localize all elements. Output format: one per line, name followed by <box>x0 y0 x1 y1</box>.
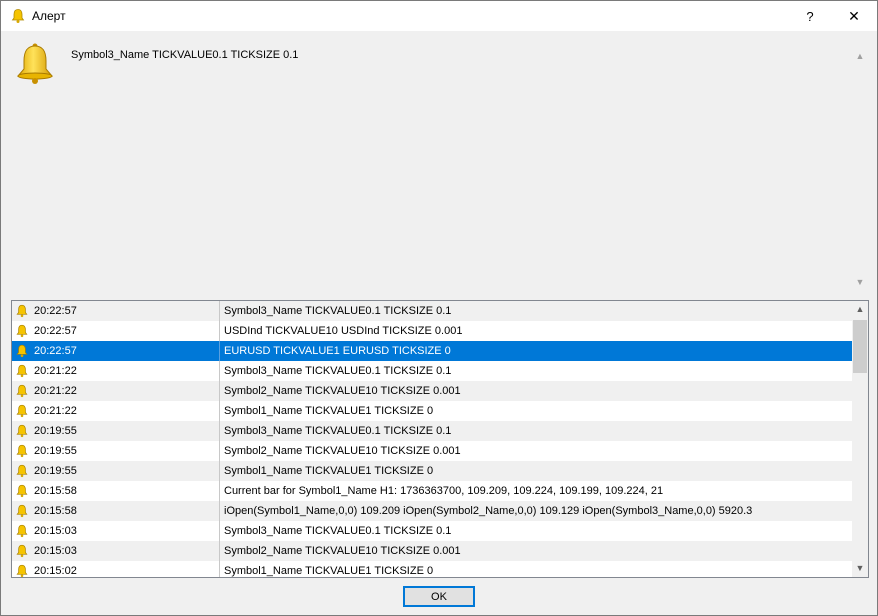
alert-text: Current bar for Symbol1_Name H1: 1736363… <box>224 485 664 497</box>
alert-row[interactable]: 20:15:03 Symbol2_Name TICKVALUE10 TICKSIZ… <box>12 541 852 561</box>
bell-icon <box>16 304 28 318</box>
alert-text: Symbol2_Name TICKVALUE10 TICKSIZE 0.001 <box>224 385 461 397</box>
alert-text: Symbol3_Name TICKVALUE0.1 TICKSIZE 0.1 <box>224 365 452 377</box>
alert-row[interactable]: 20:21:22 Symbol1_Name TICKVALUE1 TICKSIZE… <box>12 401 852 421</box>
list-scrollbar[interactable]: ▲ ▼ <box>852 301 868 577</box>
alert-time: 20:21:22 <box>34 405 77 417</box>
alert-row[interactable]: 20:15:03 Symbol3_Name TICKVALUE0.1 TICKSI… <box>12 521 852 541</box>
bell-icon <box>16 364 28 378</box>
scroll-down-icon[interactable]: ▼ <box>855 277 865 287</box>
bell-icon <box>16 464 28 478</box>
alert-time: 20:15:03 <box>34 525 77 537</box>
bell-icon <box>16 544 28 558</box>
column-divider <box>219 441 220 461</box>
column-divider <box>219 541 220 561</box>
alert-message: Symbol3_Name TICKVALUE0.1 TICKSIZE 0.1 <box>71 49 299 61</box>
alert-window: Алерт ? ✕ Symbol3_Name TICKVALUE0.1 TICK… <box>0 0 878 616</box>
bell-icon <box>11 9 25 23</box>
alert-time: 20:19:55 <box>34 425 77 437</box>
column-divider <box>219 481 220 501</box>
alert-time: 20:22:57 <box>34 325 77 337</box>
alert-row[interactable]: 20:15:58 iOpen(Symbol1_Name,0,0) 109.209… <box>12 501 852 521</box>
bell-icon <box>16 404 28 418</box>
alert-text: Symbol2_Name TICKVALUE10 TICKSIZE 0.001 <box>224 445 461 457</box>
bell-icon <box>16 344 28 358</box>
alert-text: Symbol1_Name TICKVALUE1 TICKSIZE 0 <box>224 405 434 417</box>
alert-row[interactable]: 20:22:57 EURUSD TICKVALUE1 EURUSD TICKSIZ… <box>12 341 852 361</box>
scroll-down-icon[interactable]: ▼ <box>852 560 868 577</box>
alert-text: Symbol2_Name TICKVALUE10 TICKSIZE 0.001 <box>224 545 461 557</box>
alert-row[interactable]: 20:22:57 USDInd TICKVALUE10 USDInd TICKSI… <box>12 321 852 341</box>
ok-button[interactable]: OK <box>403 586 475 607</box>
column-divider <box>219 501 220 521</box>
alert-text: Symbol1_Name TICKVALUE1 TICKSIZE 0 <box>224 565 434 577</box>
alert-time: 20:22:57 <box>34 345 77 357</box>
column-divider <box>219 521 220 541</box>
title-bar: Алерт ? ✕ <box>1 1 877 31</box>
scroll-thumb[interactable] <box>853 320 867 373</box>
alert-text: EURUSD TICKVALUE1 EURUSD TICKSIZE 0 <box>224 345 451 357</box>
message-scrollbar[interactable]: ▲ ▼ <box>853 47 867 291</box>
alert-time: 20:15:58 <box>34 505 77 517</box>
help-button[interactable]: ? <box>791 1 829 31</box>
close-button[interactable]: ✕ <box>835 1 873 31</box>
alert-row[interactable]: 20:15:02 Symbol1_Name TICKVALUE1 TICKSIZE… <box>12 561 852 577</box>
alert-time: 20:21:22 <box>34 385 77 397</box>
alert-row[interactable]: 20:19:55 Symbol1_Name TICKVALUE1 TICKSIZE… <box>12 461 852 481</box>
window-title: Алерт <box>32 9 66 23</box>
scroll-up-icon[interactable]: ▲ <box>852 301 868 318</box>
bell-icon <box>16 524 28 538</box>
alert-row[interactable]: 20:21:22 Symbol3_Name TICKVALUE0.1 TICKSI… <box>12 361 852 381</box>
alert-time: 20:19:55 <box>34 465 77 477</box>
alert-text: Symbol3_Name TICKVALUE0.1 TICKSIZE 0.1 <box>224 525 452 537</box>
column-divider <box>219 301 220 321</box>
alert-row[interactable]: 20:22:57 Symbol3_Name TICKVALUE0.1 TICKSI… <box>12 301 852 321</box>
alert-time: 20:19:55 <box>34 445 77 457</box>
bell-icon <box>16 484 28 498</box>
bell-icon <box>16 424 28 438</box>
bell-icon <box>16 324 28 338</box>
bell-icon <box>16 504 28 518</box>
alert-list[interactable]: 20:22:57 Symbol3_Name TICKVALUE0.1 TICKSI… <box>11 300 869 578</box>
alert-rows: 20:22:57 Symbol3_Name TICKVALUE0.1 TICKSI… <box>12 301 852 577</box>
alert-row[interactable]: 20:19:55 Symbol3_Name TICKVALUE0.1 TICKSI… <box>12 421 852 441</box>
alert-text: USDInd TICKVALUE10 USDInd TICKSIZE 0.001 <box>224 325 463 337</box>
column-divider <box>219 461 220 481</box>
scroll-up-icon[interactable]: ▲ <box>855 51 865 61</box>
alert-time: 20:15:03 <box>34 545 77 557</box>
column-divider <box>219 381 220 401</box>
alert-text: Symbol1_Name TICKVALUE1 TICKSIZE 0 <box>224 465 434 477</box>
alert-text: Symbol3_Name TICKVALUE0.1 TICKSIZE 0.1 <box>224 305 452 317</box>
alert-row[interactable]: 20:15:58 Current bar for Symbol1_Name H1:… <box>12 481 852 501</box>
bell-icon <box>16 384 28 398</box>
column-divider <box>219 361 220 381</box>
large-bell-icon <box>16 43 54 84</box>
alert-time: 20:15:02 <box>34 565 77 577</box>
column-divider <box>219 321 220 341</box>
alert-row[interactable]: 20:21:22 Symbol2_Name TICKVALUE10 TICKSIZ… <box>12 381 852 401</box>
column-divider <box>219 421 220 441</box>
column-divider <box>219 561 220 577</box>
alert-time: 20:15:58 <box>34 485 77 497</box>
alert-text: Symbol3_Name TICKVALUE0.1 TICKSIZE 0.1 <box>224 425 452 437</box>
alert-time: 20:22:57 <box>34 305 77 317</box>
alert-time: 20:21:22 <box>34 365 77 377</box>
alert-text: iOpen(Symbol1_Name,0,0) 109.209 iOpen(Sy… <box>224 505 753 517</box>
column-divider <box>219 341 220 361</box>
bell-icon <box>16 564 28 577</box>
column-divider <box>219 401 220 421</box>
bell-icon <box>16 444 28 458</box>
alert-row[interactable]: 20:19:55 Symbol2_Name TICKVALUE10 TICKSIZ… <box>12 441 852 461</box>
